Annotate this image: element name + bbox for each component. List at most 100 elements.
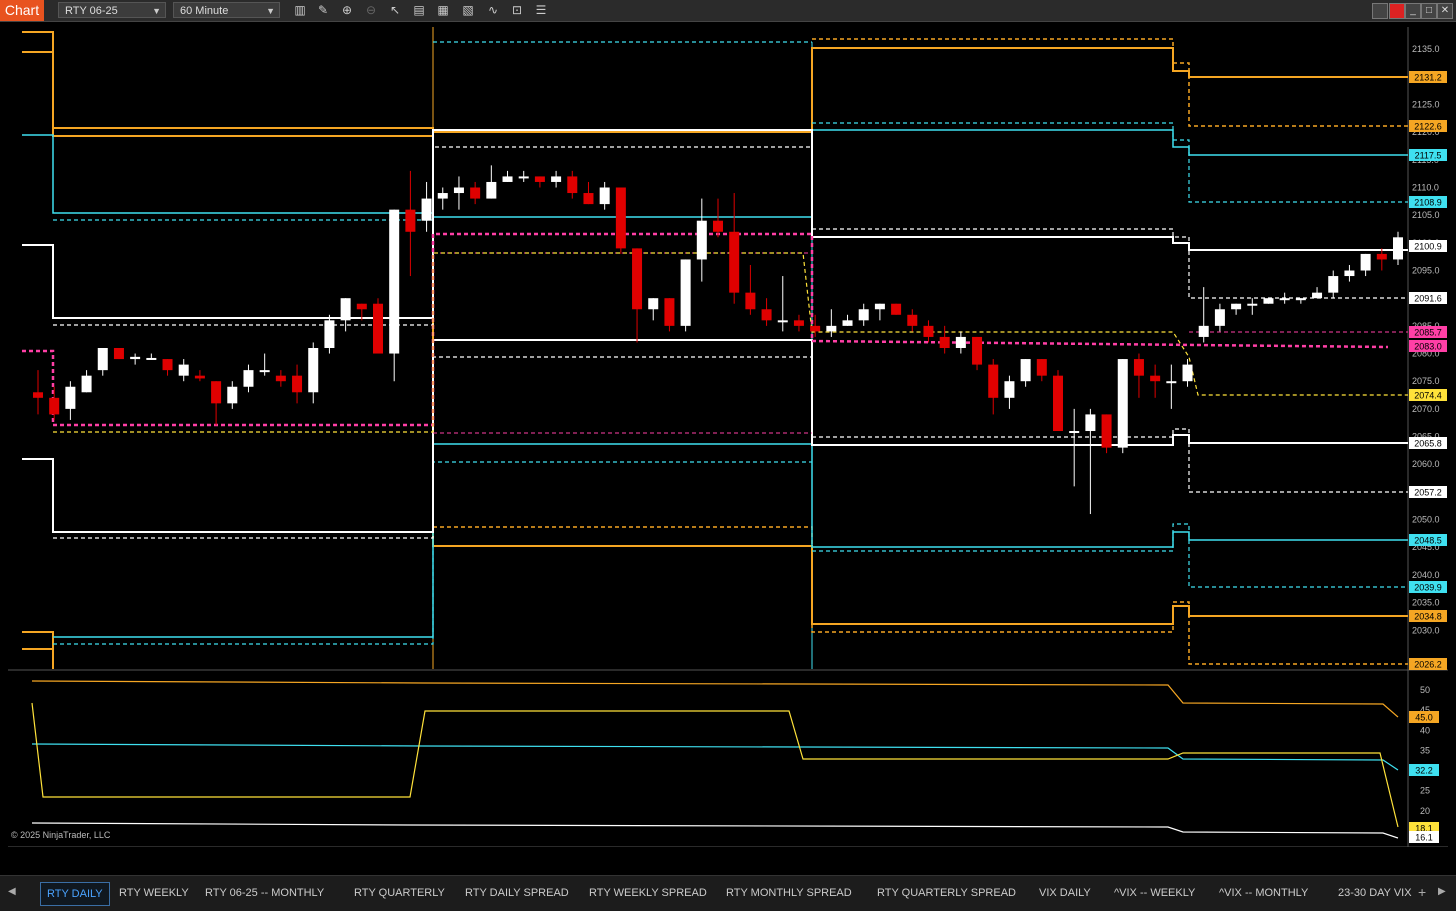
candle-body xyxy=(162,359,173,371)
copyright-text: © 2025 NinjaTrader, LLC xyxy=(11,830,111,840)
level-label-text: 2117.5 xyxy=(1415,151,1442,161)
candle-body xyxy=(874,303,885,310)
candle-body xyxy=(308,348,319,393)
candle-body xyxy=(615,187,626,249)
candle-body xyxy=(1328,276,1339,293)
candle-body xyxy=(1360,253,1371,271)
tab-rty-weekly-spread[interactable]: RTY WEEKLY SPREAD xyxy=(589,882,707,904)
tab-rty-quarterly-spread[interactable]: RTY QUARTERLY SPREAD xyxy=(877,882,1016,904)
candle-body xyxy=(583,193,594,205)
price-tick-label: 2030.0 xyxy=(1412,625,1440,635)
tab-rty-06-25-monthly[interactable]: RTY 06-25 -- MONTHLY xyxy=(205,882,324,904)
level-label-text: 2065.8 xyxy=(1414,439,1442,449)
tab-bar: RTY DAILY RTY WEEKLY RTY 06-25 -- MONTHLY R… xyxy=(0,875,1456,911)
chart-background xyxy=(8,27,1448,847)
candle-body xyxy=(858,309,869,321)
link-icon[interactable] xyxy=(1372,3,1388,19)
level-label-text: 2026.2 xyxy=(1414,660,1442,670)
data-box-icon[interactable]: ▤ xyxy=(412,3,426,17)
tab-vix-daily[interactable]: VIX DAILY xyxy=(1039,882,1091,904)
candle-body xyxy=(421,198,432,221)
tab-vix-weekly[interactable]: ^VIX -- WEEKLY xyxy=(1114,882,1195,904)
interval-select[interactable]: 60 Minute ▼ xyxy=(173,2,280,18)
pointer-icon[interactable]: ↖ xyxy=(388,3,402,17)
chart-toolbar: Chart RTY 06-25 ▼ 60 Minute ▼ ▥ ✎ ⊕ ⊖ ↖ … xyxy=(0,0,1456,22)
menu-icon[interactable]: ☰ xyxy=(534,3,548,17)
candle-body xyxy=(518,176,529,179)
price-tick-label: 2070.0 xyxy=(1412,404,1440,414)
candle-body xyxy=(923,325,934,337)
candle-body xyxy=(405,209,416,232)
tab-rty-quarterly[interactable]: RTY QUARTERLY xyxy=(354,882,445,904)
bars-type-icon[interactable]: ▥ xyxy=(293,3,307,17)
strategies-icon[interactable]: ▧ xyxy=(461,3,475,17)
price-tick-label: 2110.0 xyxy=(1412,183,1439,193)
level-label-text: 2074.4 xyxy=(1414,391,1442,401)
instrument-select[interactable]: RTY 06-25 ▼ xyxy=(58,2,166,18)
zoom-in-icon[interactable]: ⊕ xyxy=(340,3,354,17)
candle-body xyxy=(761,309,772,321)
candle-body xyxy=(1344,270,1355,277)
tab-rty-daily[interactable]: RTY DAILY xyxy=(40,882,110,906)
level-label-text: 2108.9 xyxy=(1414,198,1442,208)
candle-body xyxy=(988,364,999,398)
lower-tick-label: 50 xyxy=(1420,685,1430,695)
candle-body xyxy=(729,231,740,293)
tab-rty-weekly[interactable]: RTY WEEKLY xyxy=(119,882,189,904)
add-tab-icon[interactable]: + xyxy=(1418,884,1426,900)
chevron-down-icon: ▼ xyxy=(266,6,275,16)
close-icon[interactable]: ✕ xyxy=(1437,3,1453,19)
candle-body xyxy=(243,370,254,387)
instrument-value: RTY 06-25 xyxy=(65,5,118,17)
candle-body xyxy=(356,303,367,310)
candle-body xyxy=(551,176,562,182)
candle-body xyxy=(599,187,610,205)
level-label-text: 2122.6 xyxy=(1414,122,1442,132)
candle-body xyxy=(211,381,222,404)
tab-rty-monthly-spread[interactable]: RTY MONTHLY SPREAD xyxy=(726,882,852,904)
price-tick-label: 2075.0 xyxy=(1412,376,1440,386)
scroll-left-icon[interactable]: ◀ xyxy=(8,886,16,897)
candle-body xyxy=(955,336,966,348)
tab-rty-daily-spread[interactable]: RTY DAILY SPREAD xyxy=(465,882,569,904)
zoom-out-icon[interactable]: ⊖ xyxy=(364,3,378,17)
draw-pencil-icon[interactable]: ✎ xyxy=(316,3,330,17)
candle-body xyxy=(842,320,853,326)
candle-body xyxy=(1085,414,1096,432)
candle-body xyxy=(437,193,448,199)
properties-icon[interactable]: ▦ xyxy=(436,3,450,17)
candle-body xyxy=(275,375,286,382)
candle-body xyxy=(97,348,108,371)
candle-body xyxy=(259,370,270,373)
candle-body xyxy=(453,187,464,194)
candle-body xyxy=(1393,237,1403,260)
indicators-icon[interactable]: ∿ xyxy=(486,3,500,17)
candle-body xyxy=(470,187,481,199)
price-tick-label: 2040.0 xyxy=(1412,570,1440,580)
candle-body xyxy=(389,209,400,354)
candle-body xyxy=(1231,303,1242,310)
candle-body xyxy=(713,220,723,232)
tab-23-30-day-vix[interactable]: 23-30 DAY VIX xyxy=(1338,882,1412,904)
candle-body xyxy=(1101,414,1112,448)
tab-vix-monthly[interactable]: ^VIX -- MONTHLY xyxy=(1219,882,1308,904)
candle-body xyxy=(1263,298,1274,304)
candle-body xyxy=(891,303,902,315)
minimize-icon[interactable]: _ xyxy=(1405,3,1421,19)
templates-icon[interactable]: ⊡ xyxy=(510,3,524,17)
candle-body xyxy=(486,181,497,199)
candle-body xyxy=(696,220,707,260)
price-tick-label: 2050.0 xyxy=(1412,515,1440,525)
level-label-text: 2085.7 xyxy=(1414,328,1442,338)
candle-body xyxy=(745,292,756,310)
chart-canvas[interactable]: 2135.02130.02125.02120.02115.02110.02105… xyxy=(8,27,1448,847)
candle-body xyxy=(1312,292,1323,299)
color-link-icon[interactable] xyxy=(1389,3,1405,19)
level-label-text: 45.0 xyxy=(1415,713,1433,723)
scroll-right-icon[interactable]: ▶ xyxy=(1438,886,1446,897)
candle-body xyxy=(1053,375,1063,432)
candle-body xyxy=(664,298,675,326)
candle-body xyxy=(1198,325,1209,337)
maximize-icon[interactable]: □ xyxy=(1421,3,1437,19)
level-label-text: 2057.2 xyxy=(1414,488,1442,498)
